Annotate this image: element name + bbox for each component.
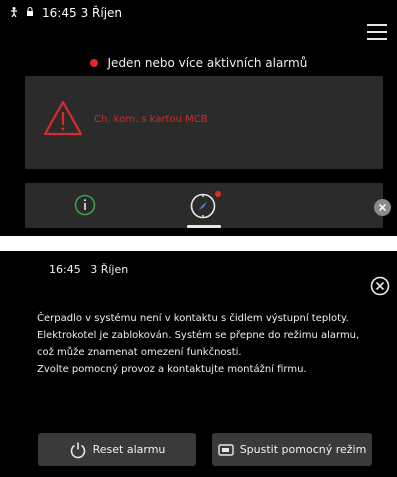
- alarm-overview-panel: 16:45 3 Říjen Jeden nebo více aktivních …: [0, 0, 397, 236]
- status-bar: 16:45 3 Říjen: [49, 263, 128, 276]
- status-time: 16:45: [49, 263, 81, 276]
- person-icon: [10, 6, 18, 20]
- reset-alarm-button[interactable]: Reset alarmu: [38, 433, 196, 466]
- menu-icon[interactable]: [367, 24, 387, 40]
- message-line: Čerpadlo v systému není v kontaktu s čid…: [37, 313, 349, 324]
- status-date: 3 Říjen: [80, 6, 123, 20]
- warning-triangle-icon: [43, 100, 83, 136]
- alarm-card[interactable]: Ch. kom. s kartou MCB: [25, 76, 383, 169]
- reset-alarm-label: Reset alarmu: [92, 443, 166, 456]
- message-line: což může znamenat omezení funkčnosti.: [37, 347, 242, 358]
- alarm-dot-icon: [89, 58, 98, 67]
- close-icon[interactable]: [374, 199, 391, 216]
- notification-badge-icon: [215, 191, 221, 197]
- bottom-nav-bar: [25, 183, 383, 228]
- lock-icon: [26, 6, 34, 20]
- alarm-message: Ch. kom. s kartou MCB: [94, 114, 208, 125]
- active-alarms-indicator: Jeden nebo více aktivních alarmů: [0, 56, 397, 70]
- info-icon[interactable]: [74, 194, 96, 216]
- status-date: 3 Říjen: [90, 263, 129, 276]
- status-bar: 16:45 3 Říjen: [10, 4, 122, 22]
- aux-mode-icon: [217, 443, 234, 456]
- message-line: Zvolte pomocný provoz a kontaktujte mont…: [37, 364, 307, 375]
- alarm-description: Čerpadlo v systému není v kontaktu s čid…: [37, 310, 377, 378]
- power-icon: [70, 442, 85, 458]
- start-aux-mode-label: Spustit pomocný režim: [239, 443, 367, 456]
- close-circle-icon[interactable]: [370, 276, 390, 296]
- message-line: Elektrokotel je zablokován. Systém se př…: [37, 330, 360, 341]
- compass-icon[interactable]: [189, 192, 217, 220]
- active-alarms-text: Jeden nebo více aktivních alarmů: [107, 56, 308, 70]
- active-tab-indicator: [187, 225, 221, 228]
- start-aux-mode-button[interactable]: Spustit pomocný režim: [212, 433, 372, 466]
- status-time: 16:45: [42, 6, 77, 20]
